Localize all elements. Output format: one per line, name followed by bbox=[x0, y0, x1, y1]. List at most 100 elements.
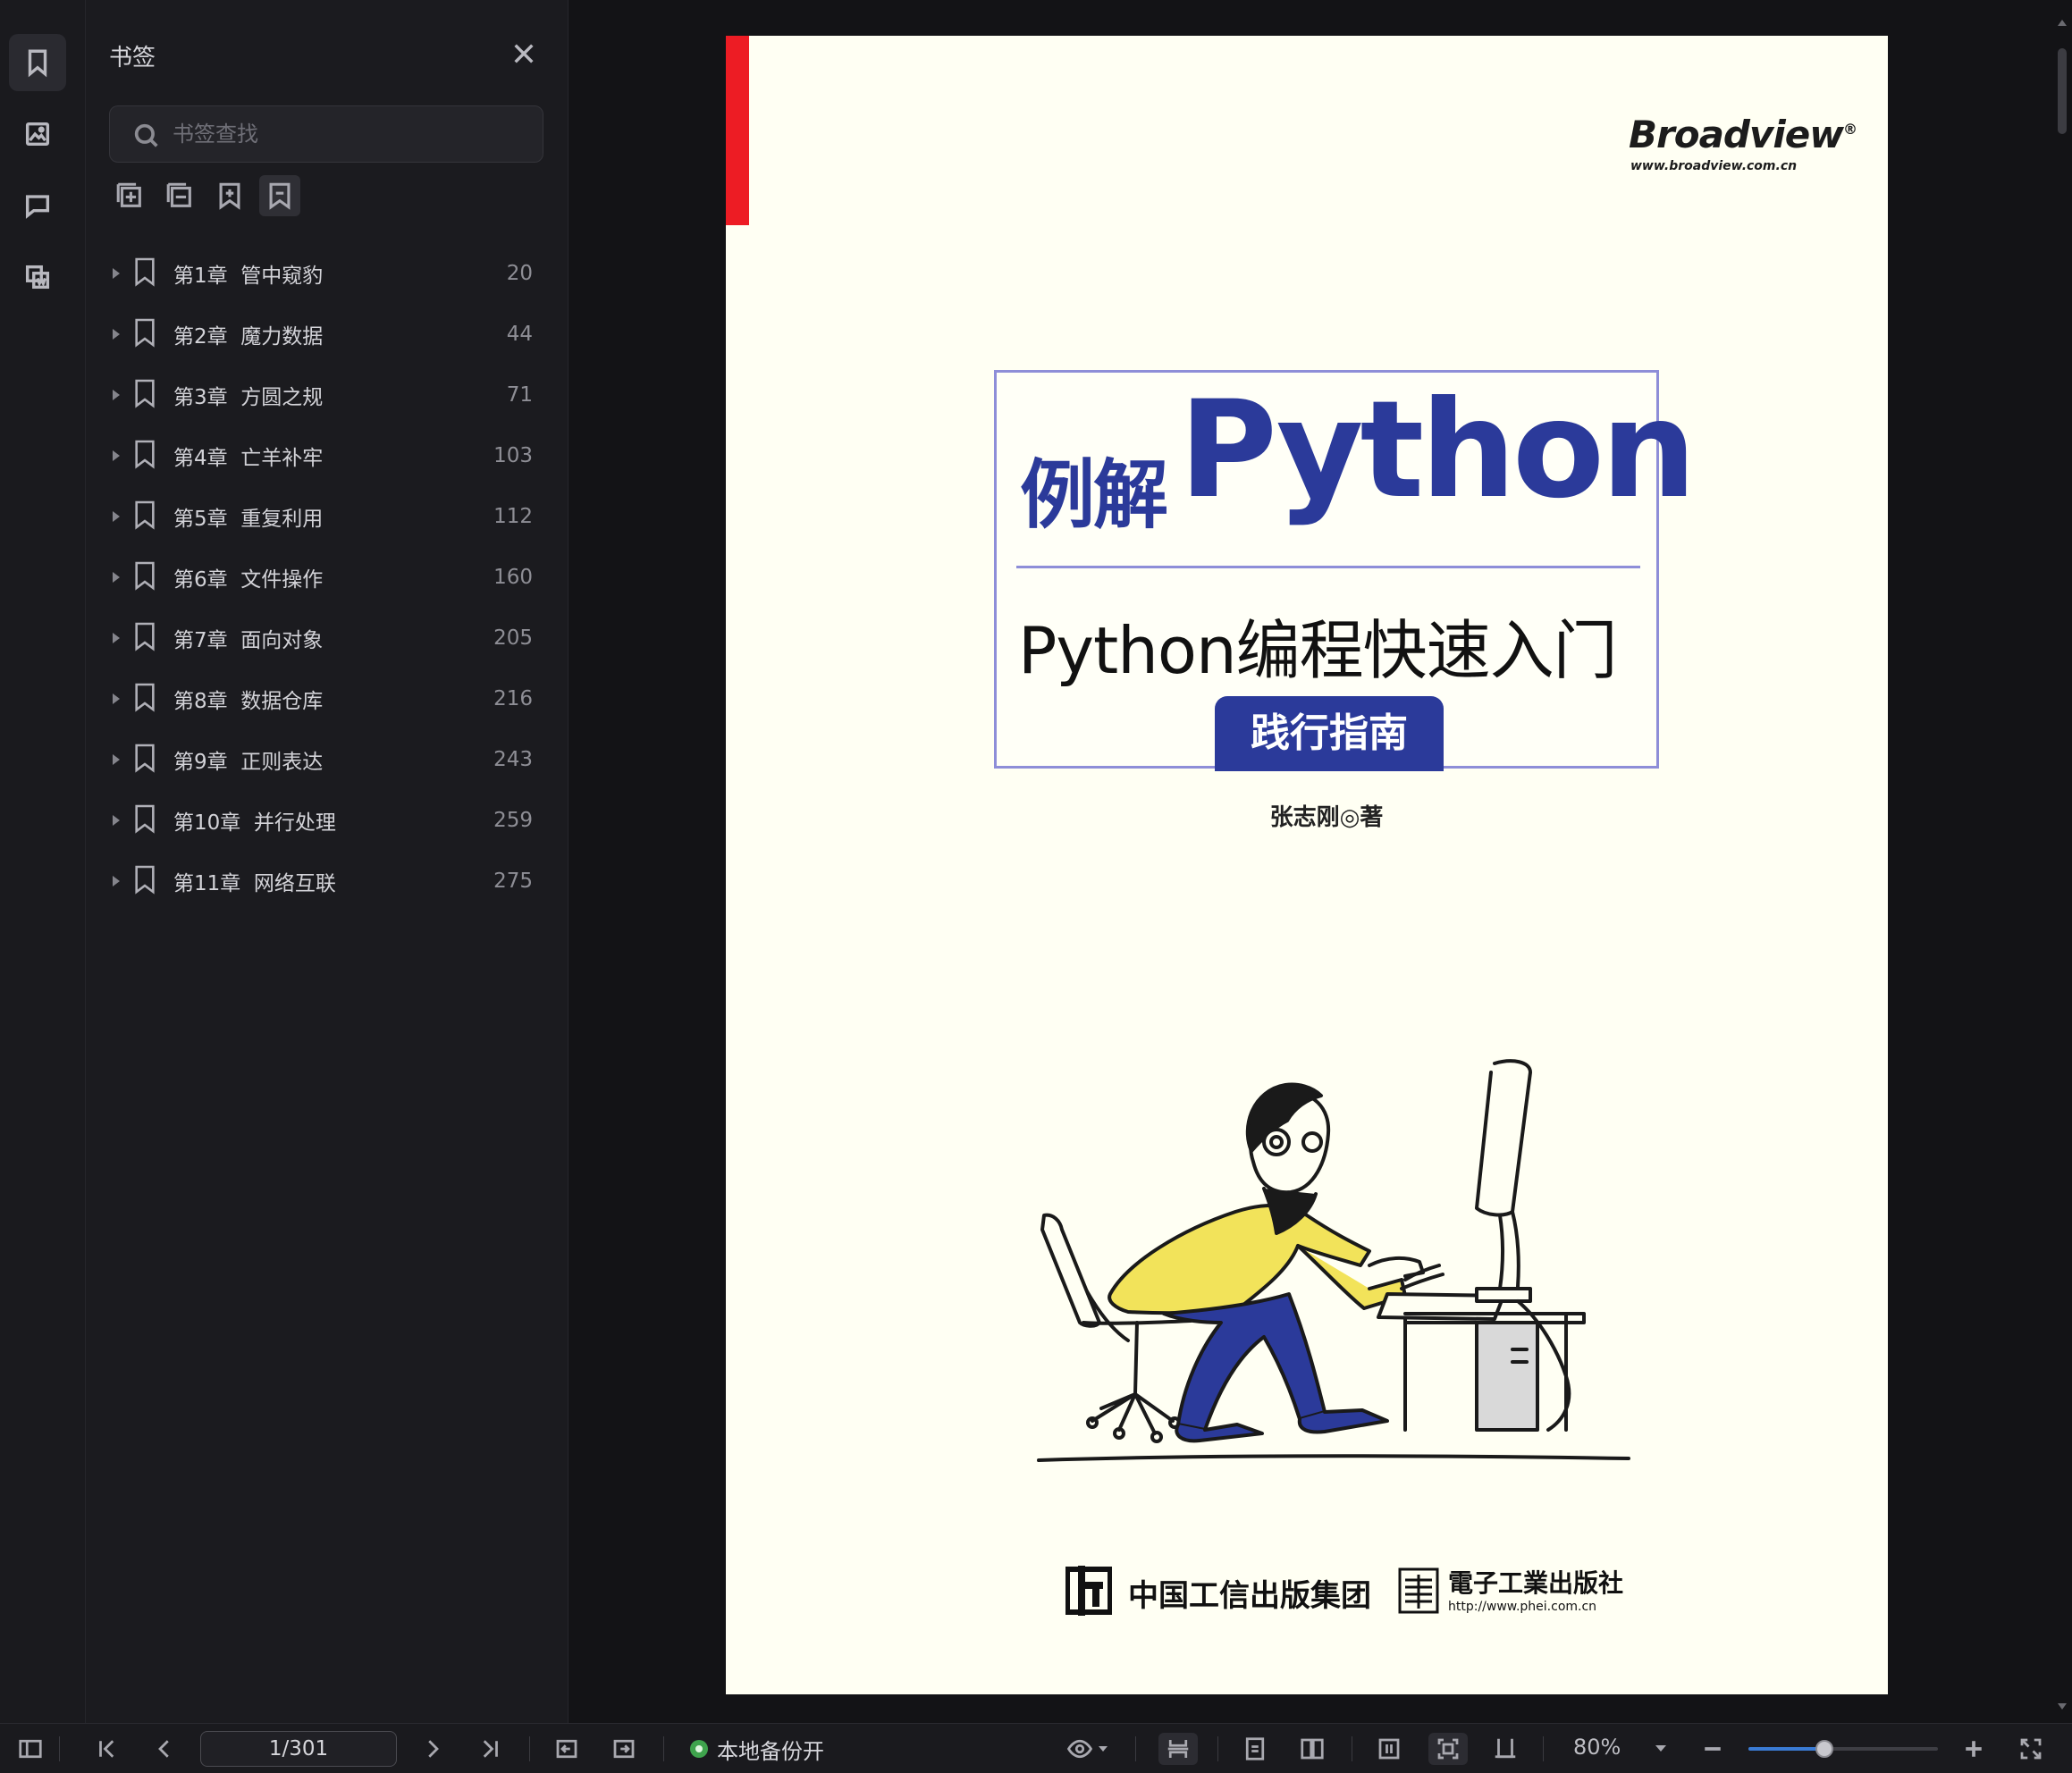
bookmark-icon bbox=[132, 864, 157, 898]
bookmark-page-number: 103 bbox=[493, 444, 533, 467]
first-page-button[interactable] bbox=[89, 1733, 125, 1765]
expand-caret-icon[interactable] bbox=[113, 450, 120, 461]
first-page-icon bbox=[99, 1740, 114, 1758]
zoom-slider[interactable] bbox=[1748, 1740, 1938, 1758]
scroll-down-arrow[interactable] bbox=[2058, 1703, 2067, 1710]
last-page-button[interactable] bbox=[472, 1733, 508, 1765]
zoom-slider-handle[interactable] bbox=[1815, 1740, 1833, 1758]
thumbnail-panel-button[interactable] bbox=[9, 105, 66, 163]
fit-page-button[interactable] bbox=[1428, 1733, 1468, 1765]
copy-panel-button[interactable] bbox=[9, 248, 66, 306]
bookmark-item[interactable]: 第1章 管中窥豹 20 bbox=[109, 243, 543, 304]
fullscreen-button[interactable] bbox=[2013, 1733, 2049, 1765]
minus-icon bbox=[1705, 1747, 1721, 1751]
expand-caret-icon[interactable] bbox=[113, 268, 120, 279]
bookmark-icon bbox=[132, 743, 157, 777]
bookmark-item[interactable]: 第2章 魔力数据 44 bbox=[109, 304, 543, 365]
bookmark-item[interactable]: 第4章 亡羊补牢 103 bbox=[109, 425, 543, 486]
view-mode-dropdown[interactable] bbox=[1060, 1733, 1114, 1765]
remove-bookmark-icon bbox=[269, 182, 291, 210]
cover-author: 张志刚◎著 bbox=[1269, 804, 1384, 831]
expand-all-button[interactable] bbox=[109, 175, 150, 216]
remove-bookmark-button[interactable] bbox=[259, 175, 300, 216]
expand-caret-icon[interactable] bbox=[113, 693, 120, 704]
history-back-button[interactable] bbox=[549, 1733, 585, 1765]
add-bookmark-button[interactable] bbox=[209, 175, 250, 216]
broadview-logo: Broadview® www.broadview.com.cn bbox=[1629, 113, 1857, 184]
bookmark-item[interactable]: 第6章 文件操作 160 bbox=[109, 547, 543, 608]
actual-size-button[interactable] bbox=[1487, 1733, 1523, 1765]
bookmark-item[interactable]: 第7章 面向对象 205 bbox=[109, 608, 543, 668]
title-python: Python bbox=[1179, 373, 1697, 528]
expand-caret-icon[interactable] bbox=[113, 390, 120, 400]
close-panel-button[interactable] bbox=[510, 39, 538, 68]
bookmark-icon bbox=[132, 500, 157, 534]
bookmark-item[interactable]: 第9章 正则表达 243 bbox=[109, 729, 543, 790]
zoom-dropdown-chevron[interactable] bbox=[1655, 1745, 1666, 1752]
vertical-scrollbar[interactable] bbox=[2052, 0, 2072, 1723]
zoom-out-button[interactable] bbox=[1695, 1733, 1731, 1765]
backup-status-label: 本地备份开 bbox=[717, 1738, 824, 1764]
bookmark-item[interactable]: 第3章 方圆之规 71 bbox=[109, 365, 543, 425]
zoom-level[interactable]: 80% bbox=[1573, 1735, 1621, 1760]
expand-caret-icon[interactable] bbox=[113, 511, 120, 522]
expand-all-icon bbox=[116, 182, 141, 207]
bookmark-icon bbox=[132, 803, 157, 837]
single-page-icon bbox=[1245, 1737, 1265, 1760]
history-forward-icon bbox=[613, 1739, 635, 1759]
two-page-icon bbox=[1301, 1738, 1324, 1760]
bookmark-panel-button[interactable] bbox=[9, 34, 66, 91]
bookmark-search-input[interactable] bbox=[173, 106, 530, 162]
single-page-button[interactable] bbox=[1237, 1733, 1273, 1765]
bookmark-item[interactable]: 第11章 网络互联 275 bbox=[109, 851, 543, 912]
separator bbox=[663, 1736, 664, 1761]
bookmark-label: 第8章 数据仓库 bbox=[173, 690, 324, 713]
title-frame: 例解 Python Python编程快速入门 践行指南 bbox=[994, 370, 1697, 771]
left-tool-rail bbox=[0, 0, 86, 1723]
bookmark-page-number: 216 bbox=[493, 687, 533, 710]
title-chinese: 例解 bbox=[1020, 451, 1168, 539]
page-number-input[interactable] bbox=[200, 1731, 397, 1767]
expand-caret-icon[interactable] bbox=[113, 329, 120, 340]
comment-icon bbox=[25, 195, 50, 219]
toggle-sidebar-button[interactable] bbox=[13, 1733, 48, 1765]
expand-caret-icon[interactable] bbox=[113, 572, 120, 583]
zoom-in-button[interactable] bbox=[1956, 1733, 1992, 1765]
bookmark-list: 第1章 管中窥豹 20 第2章 魔力数据 44 第3章 方圆之规 71 第4章 亡羊补牢 10… bbox=[109, 243, 543, 912]
actual-size-icon bbox=[1495, 1738, 1516, 1759]
publisher-house-url: http://www.phei.com.cn bbox=[1448, 1600, 1597, 1614]
collapse-all-button[interactable] bbox=[159, 175, 200, 216]
separator bbox=[1217, 1736, 1218, 1761]
previous-page-button[interactable] bbox=[147, 1733, 182, 1765]
scroll-up-arrow[interactable] bbox=[2058, 20, 2067, 26]
add-bookmark-icon bbox=[219, 182, 240, 210]
bookmark-label: 第7章 面向对象 bbox=[173, 629, 324, 652]
two-page-button[interactable] bbox=[1294, 1733, 1330, 1765]
expand-caret-icon[interactable] bbox=[113, 633, 120, 643]
expand-caret-icon[interactable] bbox=[113, 876, 120, 886]
bookmark-page-number: 20 bbox=[506, 262, 533, 285]
expand-caret-icon[interactable] bbox=[113, 754, 120, 765]
bookmark-icon bbox=[132, 317, 157, 351]
cover-subtitle: Python编程快速入门 bbox=[1018, 613, 1618, 688]
local-backup-toggle[interactable]: 本地备份开 bbox=[690, 1733, 824, 1765]
next-page-button[interactable] bbox=[415, 1733, 451, 1765]
bookmark-icon bbox=[28, 49, 47, 78]
bookmark-item[interactable]: 第8章 数据仓库 216 bbox=[109, 668, 543, 729]
continuous-scroll-button[interactable] bbox=[1158, 1733, 1198, 1765]
history-forward-button[interactable] bbox=[606, 1733, 642, 1765]
annotation-panel-button[interactable] bbox=[9, 177, 66, 234]
bookmark-item[interactable]: 第5章 重复利用 112 bbox=[109, 486, 543, 547]
bookmark-page-number: 275 bbox=[493, 870, 533, 893]
publisher-logos: 中国工信出版集团 電子工業出版社 http://www.phei.com.cn bbox=[1065, 1555, 1623, 1626]
registered-mark: ® bbox=[1843, 121, 1857, 138]
expand-caret-icon[interactable] bbox=[113, 815, 120, 826]
fit-width-button[interactable] bbox=[1371, 1733, 1407, 1765]
bookmark-search-box bbox=[109, 105, 543, 163]
bookmark-label: 第10章 并行处理 bbox=[173, 811, 336, 835]
scrollbar-thumb[interactable] bbox=[2058, 48, 2067, 134]
bookmark-item[interactable]: 第10章 并行处理 259 bbox=[109, 790, 543, 851]
history-back-icon bbox=[556, 1739, 577, 1759]
bookmark-page-number: 205 bbox=[493, 626, 533, 650]
bookmark-icon bbox=[132, 256, 157, 290]
